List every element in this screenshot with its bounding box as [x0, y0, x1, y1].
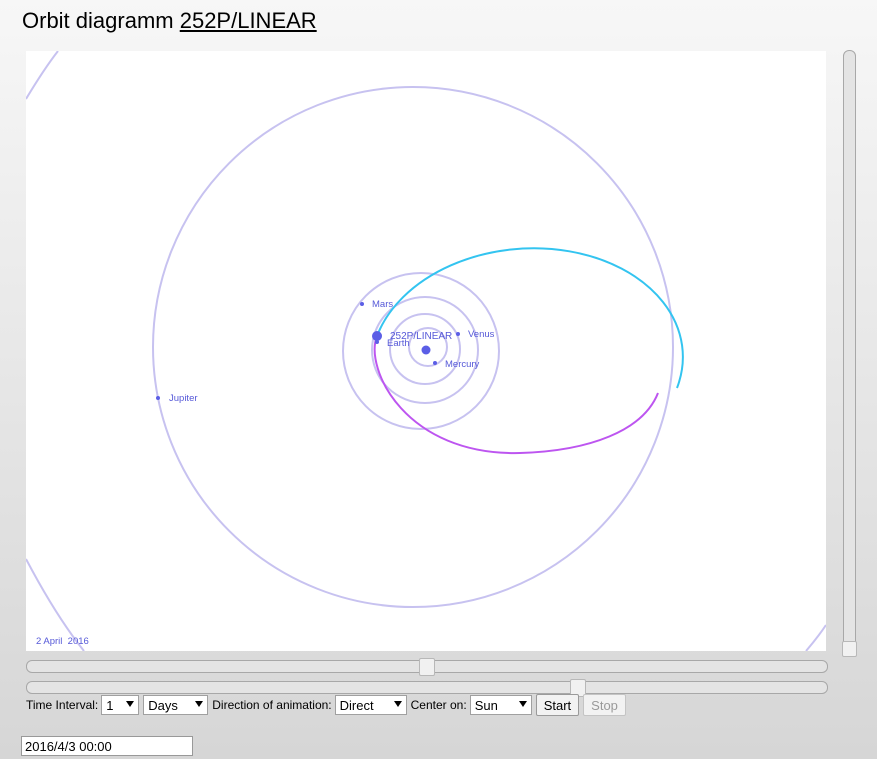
jupiter-marker [156, 396, 160, 400]
time-unit-value: Days [148, 698, 178, 713]
venus-marker [456, 332, 460, 336]
sun-marker [421, 345, 431, 355]
date-input[interactable] [21, 736, 193, 756]
jupiter-orbit [152, 86, 674, 608]
tilt-slider[interactable] [26, 679, 828, 697]
center-on-select[interactable]: Sun [469, 695, 532, 715]
mars-label: Mars [372, 299, 393, 310]
rotation-slider-thumb[interactable] [419, 658, 435, 676]
diagram-date: 2 April 2016 [36, 636, 89, 647]
direction-select[interactable]: Direct [334, 695, 407, 715]
mercury-label: Mercury [445, 359, 480, 370]
time-interval-value: 1 [106, 698, 114, 713]
page-title: Orbit diagramm 252P/LINEAR [22, 8, 317, 34]
zoom-slider-thumb[interactable] [842, 641, 857, 657]
comet-orbit-above-ecliptic [376, 247, 684, 389]
center-on-label: Center on: [410, 698, 467, 712]
comet-label: 252P/LINEAR [390, 331, 452, 342]
direction-label: Direction of animation: [212, 698, 332, 712]
time-unit-select[interactable]: Days [143, 695, 209, 715]
start-button[interactable]: Start [535, 694, 580, 716]
orbit-canvas[interactable]: Mercury Venus Earth Mars Jupiter 252P/LI… [26, 51, 826, 651]
rotation-slider[interactable] [26, 658, 828, 676]
time-interval-label: Time Interval: [26, 698, 99, 712]
stop-button[interactable]: Stop [583, 694, 626, 716]
animation-controls: Time Interval: 1 Days Direction of anima… [26, 694, 630, 716]
mars-marker [360, 302, 364, 306]
object-link[interactable]: 252P/LINEAR [180, 8, 317, 33]
outer-orbit-arc-top [26, 51, 59, 100]
outer-orbit-arc-bottom-right [805, 624, 826, 651]
direction-value: Direct [339, 698, 374, 713]
venus-label: Venus [468, 329, 495, 340]
time-interval-select[interactable]: 1 [101, 695, 140, 715]
chevron-down-icon [195, 701, 204, 707]
comet-orbit-below-ecliptic [373, 335, 659, 455]
mercury-marker [433, 361, 437, 365]
title-prefix: Orbit diagramm [22, 8, 174, 33]
orbit-diagram: Mercury Venus Earth Mars Jupiter 252P/LI… [26, 51, 826, 651]
chevron-down-icon [393, 701, 402, 707]
jupiter-label: Jupiter [169, 393, 198, 404]
center-on-value: Sun [474, 698, 498, 713]
chevron-down-icon [126, 701, 135, 707]
chevron-down-icon [518, 701, 527, 707]
comet-marker [372, 331, 382, 341]
zoom-slider[interactable] [842, 50, 857, 657]
